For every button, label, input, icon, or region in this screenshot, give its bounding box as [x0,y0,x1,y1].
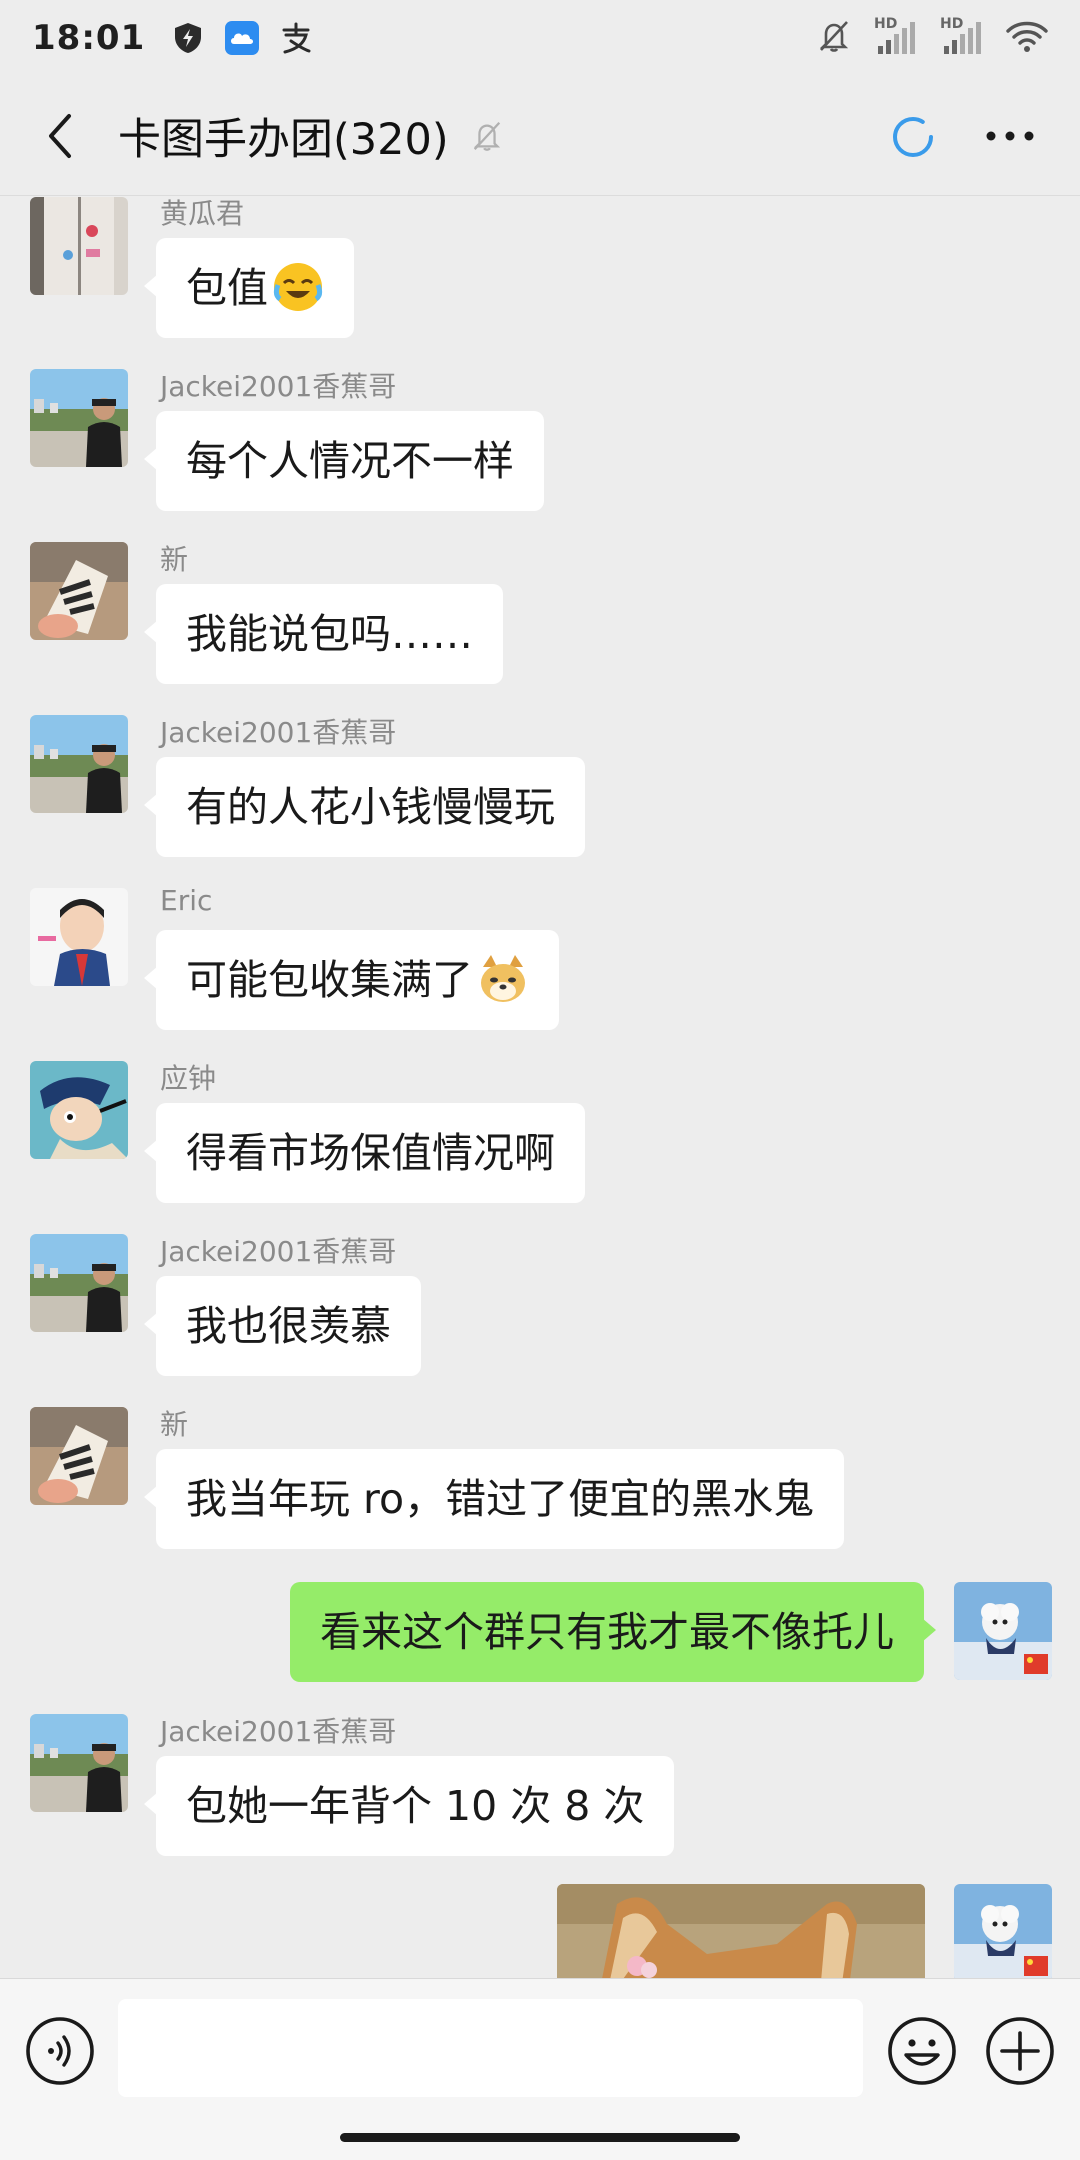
chat-header: 卡图手办团(320) [0,76,1080,196]
message-text: 包值 [186,264,268,312]
message-text: 我当年玩 ro，错过了便宜的黑水鬼 [186,1475,815,1523]
avatar[interactable] [30,1061,128,1159]
message-list[interactable]: 黄瓜君 包值 Jackei2001香蕉哥 每个人情况不一样 新 我能说包吗…… … [0,196,1080,1978]
signal-hd-icon: HD [874,16,918,56]
bell-off-icon [816,18,852,58]
avatar[interactable] [30,715,128,813]
sender-name: 新 [160,1408,189,1441]
sender-name: Eric [160,884,213,917]
signal-hd-icon: HD [940,16,984,56]
loading-spinner-icon [893,117,933,157]
alipay-icon [279,21,313,55]
more-features-button[interactable] [984,2015,1056,2087]
more-dots-icon [986,131,1034,141]
back-button[interactable] [20,96,100,176]
sender-name: 应钟 [160,1062,217,1095]
avatar[interactable] [954,1884,1052,1978]
message-bubble-mine[interactable]: 看来这个群只有我才最不像托儿 [290,1582,936,1682]
sender-name: Jackei2001香蕉哥 [160,1235,397,1268]
message-text: 包她一年背个 10 次 8 次 [186,1782,645,1830]
more-options-button[interactable] [970,106,1050,166]
sender-name: Jackei2001香蕉哥 [160,370,397,403]
cloud-app-icon [225,21,260,55]
message-text: 我也很羡慕 [186,1302,391,1350]
voice-icon [26,2017,94,2085]
avatar[interactable] [30,369,128,467]
bell-off-icon [467,116,507,156]
status-time: 18:01 [32,18,146,58]
smiley-icon [888,2017,956,2085]
message-text: 我能说包吗…… [186,610,473,658]
sender-name: Jackei2001香蕉哥 [160,1715,397,1748]
status-bar: 18:01 HD HD [0,0,1080,76]
sender-name: Jackei2001香蕉哥 [160,716,397,749]
chat-title: 卡图手办团(320) [118,114,449,165]
message-text: 可能包收集满了 [186,956,473,1004]
laughing-crying-emoji [273,263,323,311]
status-right-icons: HD HD [816,16,1048,58]
message-bubble[interactable]: 得看市场保值情况啊 [144,1103,585,1203]
avatar[interactable] [30,542,128,640]
sender-name: 新 [160,543,189,576]
message-bubble[interactable]: 每个人情况不一样 [144,411,544,511]
avatar[interactable] [30,197,128,295]
shield-bolt-icon [171,21,205,55]
chevron-left-icon [49,113,71,158]
message-bubble[interactable]: 包值 [144,238,354,338]
plus-circle-icon [986,2017,1054,2085]
message-text: 每个人情况不一样 [186,437,514,485]
avatar[interactable] [30,1234,128,1332]
avatar[interactable] [954,1582,1052,1680]
wifi-icon [1006,19,1048,57]
message-input[interactable] [118,1999,863,2097]
home-indicator[interactable] [340,2133,740,2142]
status-left-icons [171,21,313,55]
voice-button[interactable] [24,2015,96,2087]
message-bubble[interactable]: 包她一年背个 10 次 8 次 [143,1756,675,1856]
sender-name: 黄瓜君 [160,197,245,230]
message-bubble[interactable]: 可能包收集满了 [144,930,559,1030]
message-bubble[interactable]: 我也很羡慕 [144,1276,421,1376]
avatar[interactable] [30,888,128,986]
emoji-button[interactable] [886,2015,958,2087]
message-text: 有的人花小钱慢慢玩 [186,783,555,831]
message-bubble[interactable]: 我能说包吗…… [144,584,503,684]
doge-emoji [481,955,525,1002]
message-bubble[interactable]: 我当年玩 ro，错过了便宜的黑水鬼 [143,1449,845,1549]
avatar[interactable] [30,1714,128,1812]
image-message[interactable] [557,1884,925,1978]
message-text: 看来这个群只有我才最不像托儿 [320,1608,894,1656]
message-bubble[interactable]: 有的人花小钱慢慢玩 [144,757,585,857]
avatar[interactable] [30,1407,128,1505]
message-text: 得看市场保值情况啊 [186,1129,555,1177]
